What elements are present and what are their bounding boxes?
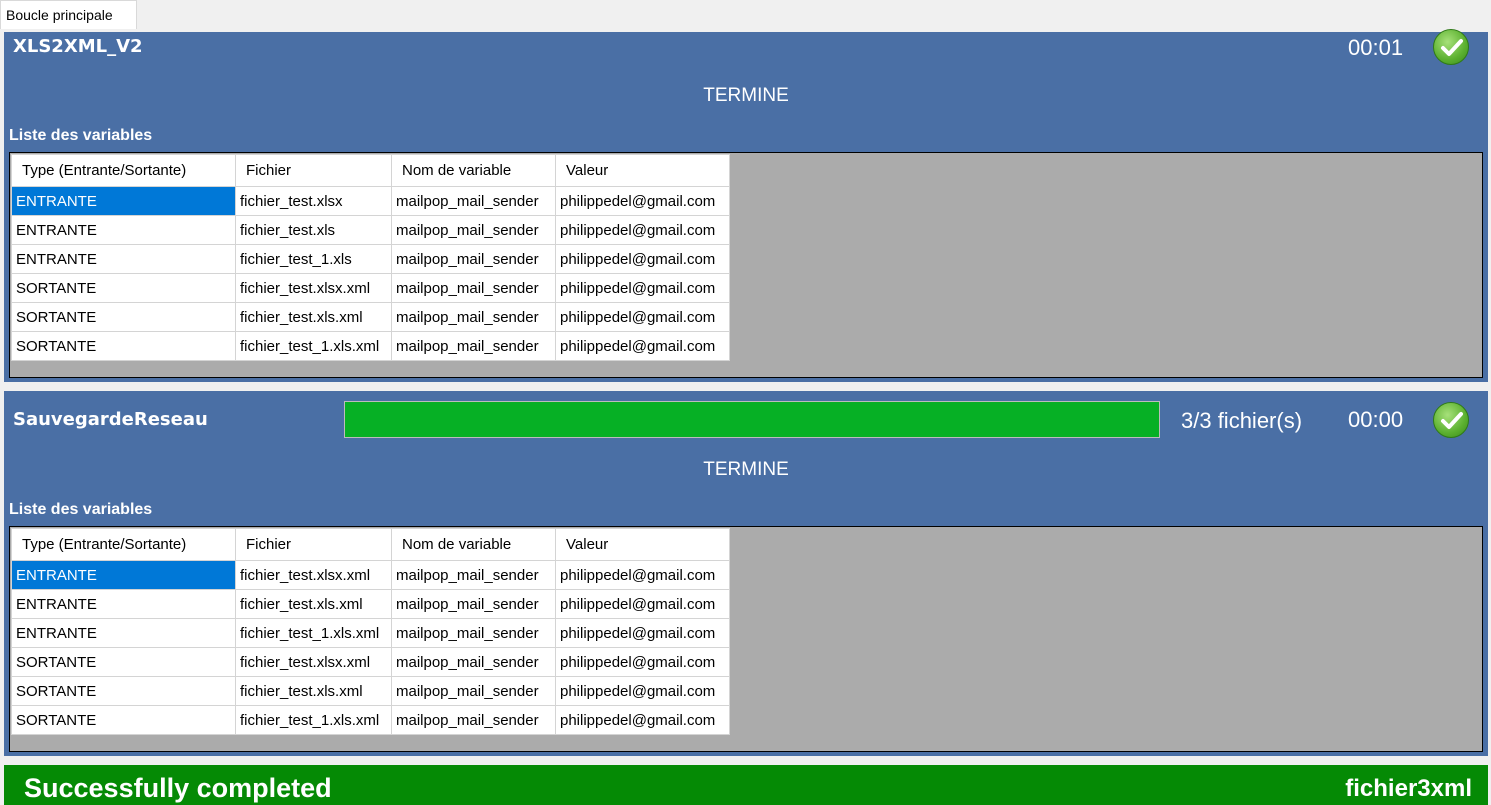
cell-type[interactable]: SORTANTE <box>11 331 236 361</box>
cell-variable[interactable]: mailpop_mail_sender <box>391 215 556 245</box>
cell-variable[interactable]: mailpop_mail_sender <box>391 705 556 735</box>
cell-variable[interactable]: mailpop_mail_sender <box>391 186 556 216</box>
tab-boucle-principale[interactable]: Boucle principale <box>0 0 137 29</box>
table-header-row: Type (Entrante/Sortante) Fichier Nom de … <box>11 528 730 561</box>
step-name: SauvegardeReseau <box>13 409 208 430</box>
check-circle-icon <box>1433 29 1469 65</box>
check-circle-icon <box>1433 402 1469 438</box>
progress-fill <box>345 402 1159 437</box>
cell-fichier[interactable]: fichier_test.xlsx.xml <box>235 273 392 303</box>
cell-valeur[interactable]: philippedel@gmail.com <box>555 618 730 648</box>
cell-type[interactable]: SORTANTE <box>11 705 236 735</box>
table-row[interactable]: ENTRANTE fichier_test.xlsx mailpop_mail_… <box>11 186 730 216</box>
cell-valeur[interactable]: philippedel@gmail.com <box>555 676 730 706</box>
step-elapsed-time: 00:01 <box>1348 35 1404 60</box>
cell-fichier[interactable]: fichier_test.xlsx.xml <box>235 647 392 677</box>
variables-list-label: Liste des variables <box>9 501 153 518</box>
column-header-type[interactable]: Type (Entrante/Sortante) <box>11 154 236 187</box>
cell-fichier[interactable]: fichier_test_1.xls.xml <box>235 618 392 648</box>
cell-variable[interactable]: mailpop_mail_sender <box>391 273 556 303</box>
cell-type[interactable]: SORTANTE <box>11 273 236 303</box>
cell-fichier[interactable]: fichier_test.xls.xml <box>235 302 392 332</box>
table-row[interactable]: SORTANTE fichier_test.xlsx.xml mailpop_m… <box>11 273 730 303</box>
cell-type[interactable]: ENTRANTE <box>11 215 236 245</box>
cell-type[interactable]: ENTRANTE <box>11 560 236 590</box>
table-row[interactable]: ENTRANTE fichier_test.xls.xml mailpop_ma… <box>11 589 730 619</box>
step-status: TERMINE <box>703 85 789 106</box>
table-row[interactable]: ENTRANTE fichier_test.xlsx.xml mailpop_m… <box>11 560 730 590</box>
cell-type[interactable]: SORTANTE <box>11 302 236 332</box>
cell-valeur[interactable]: philippedel@gmail.com <box>555 705 730 735</box>
completion-banner: Successfully completed fichier3xml <box>4 765 1488 805</box>
cell-valeur[interactable]: philippedel@gmail.com <box>555 273 730 303</box>
cell-valeur[interactable]: philippedel@gmail.com <box>555 186 730 216</box>
cell-valeur[interactable]: philippedel@gmail.com <box>555 302 730 332</box>
cell-variable[interactable]: mailpop_mail_sender <box>391 244 556 274</box>
cell-fichier[interactable]: fichier_test.xls.xml <box>235 676 392 706</box>
step-elapsed-time: 00:00 <box>1348 407 1404 432</box>
variables-list-label: Liste des variables <box>9 127 153 144</box>
step-status: TERMINE <box>703 459 789 480</box>
column-header-type[interactable]: Type (Entrante/Sortante) <box>11 528 236 561</box>
cell-valeur[interactable]: philippedel@gmail.com <box>555 560 730 590</box>
table-row[interactable]: ENTRANTE fichier_test_1.xls mailpop_mail… <box>11 244 730 274</box>
cell-fichier[interactable]: fichier_test_1.xls <box>235 244 392 274</box>
cell-fichier[interactable]: fichier_test.xlsx <box>235 186 392 216</box>
table-row[interactable]: SORTANTE fichier_test.xlsx.xml mailpop_m… <box>11 647 730 677</box>
tab-strip: Boucle principale <box>0 0 1491 30</box>
step-name: XLS2XML_V2 <box>13 36 143 57</box>
cell-fichier[interactable]: fichier_test.xls <box>235 215 392 245</box>
cell-valeur[interactable]: philippedel@gmail.com <box>555 589 730 619</box>
completion-message: Successfully completed <box>24 773 332 803</box>
column-header-valeur[interactable]: Valeur <box>555 154 730 187</box>
current-file-label: fichier3xml <box>1345 775 1472 802</box>
cell-variable[interactable]: mailpop_mail_sender <box>391 618 556 648</box>
cell-type[interactable]: ENTRANTE <box>11 244 236 274</box>
cell-variable[interactable]: mailpop_mail_sender <box>391 331 556 361</box>
files-count: 3/3 fichier(s) <box>1181 408 1303 433</box>
column-header-variable[interactable]: Nom de variable <box>391 154 556 187</box>
step-panel-xls2xml: XLS2XML_V2 00:01 TERMINE Liste des varia… <box>4 29 1488 382</box>
step-panel-sauvegarde-reseau: SauvegardeReseau 3/3 fichier(s) 00:00 TE… <box>4 391 1488 756</box>
cell-type[interactable]: SORTANTE <box>11 676 236 706</box>
cell-type[interactable]: SORTANTE <box>11 647 236 677</box>
cell-valeur[interactable]: philippedel@gmail.com <box>555 647 730 677</box>
table-row[interactable]: ENTRANTE fichier_test.xls mailpop_mail_s… <box>11 215 730 245</box>
column-header-variable[interactable]: Nom de variable <box>391 528 556 561</box>
cell-fichier[interactable]: fichier_test.xls.xml <box>235 589 392 619</box>
column-header-valeur[interactable]: Valeur <box>555 528 730 561</box>
table-row[interactable]: SORTANTE fichier_test.xls.xml mailpop_ma… <box>11 676 730 706</box>
cell-variable[interactable]: mailpop_mail_sender <box>391 560 556 590</box>
table-row[interactable]: SORTANTE fichier_test_1.xls.xml mailpop_… <box>11 705 730 735</box>
variables-grid[interactable]: Type (Entrante/Sortante) Fichier Nom de … <box>9 526 1483 752</box>
cell-fichier[interactable]: fichier_test.xlsx.xml <box>235 560 392 590</box>
cell-fichier[interactable]: fichier_test_1.xls.xml <box>235 705 392 735</box>
cell-variable[interactable]: mailpop_mail_sender <box>391 302 556 332</box>
cell-valeur[interactable]: philippedel@gmail.com <box>555 331 730 361</box>
column-header-fichier[interactable]: Fichier <box>235 528 392 561</box>
cell-variable[interactable]: mailpop_mail_sender <box>391 647 556 677</box>
cell-type[interactable]: ENTRANTE <box>11 186 236 216</box>
variables-table: Type (Entrante/Sortante) Fichier Nom de … <box>11 528 730 735</box>
table-row[interactable]: SORTANTE fichier_test.xls.xml mailpop_ma… <box>11 302 730 332</box>
progress-bar <box>344 401 1160 438</box>
cell-type[interactable]: ENTRANTE <box>11 618 236 648</box>
table-row[interactable]: SORTANTE fichier_test_1.xls.xml mailpop_… <box>11 331 730 361</box>
cell-variable[interactable]: mailpop_mail_sender <box>391 676 556 706</box>
cell-valeur[interactable]: philippedel@gmail.com <box>555 244 730 274</box>
cell-variable[interactable]: mailpop_mail_sender <box>391 589 556 619</box>
variables-table: Type (Entrante/Sortante) Fichier Nom de … <box>11 154 730 361</box>
variables-grid[interactable]: Type (Entrante/Sortante) Fichier Nom de … <box>9 152 1483 378</box>
table-row[interactable]: ENTRANTE fichier_test_1.xls.xml mailpop_… <box>11 618 730 648</box>
cell-fichier[interactable]: fichier_test_1.xls.xml <box>235 331 392 361</box>
table-header-row: Type (Entrante/Sortante) Fichier Nom de … <box>11 154 730 187</box>
cell-valeur[interactable]: philippedel@gmail.com <box>555 215 730 245</box>
column-header-fichier[interactable]: Fichier <box>235 154 392 187</box>
cell-type[interactable]: ENTRANTE <box>11 589 236 619</box>
